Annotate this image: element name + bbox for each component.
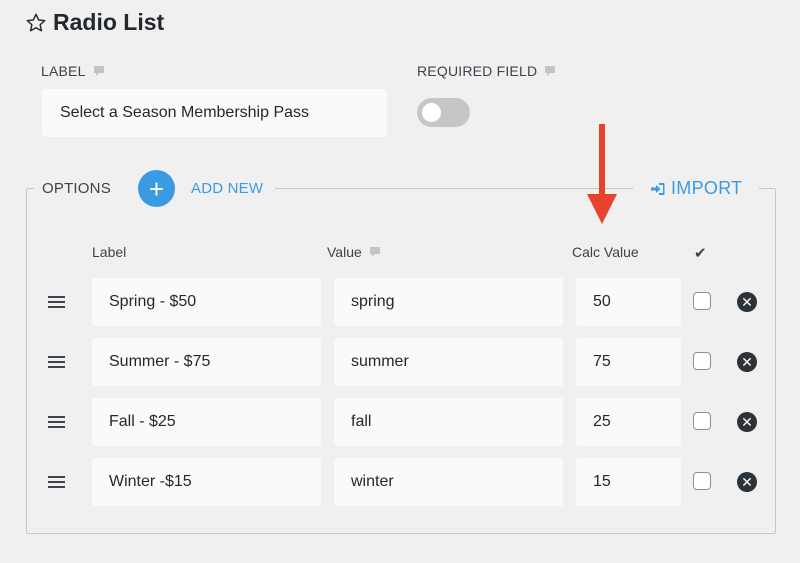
option-value-input[interactable]: summer: [334, 338, 563, 386]
option-row: Winter -$15 winter 15 ✕: [0, 458, 800, 506]
import-link[interactable]: IMPORT: [650, 178, 742, 199]
option-calc-input[interactable]: 15: [576, 458, 681, 506]
column-header-calc-value: Calc Value: [572, 244, 639, 260]
drag-handle-icon[interactable]: [48, 296, 65, 308]
add-new-button[interactable]: +: [138, 170, 175, 207]
option-value-input[interactable]: fall: [334, 398, 563, 446]
toggle-knob: [422, 103, 441, 122]
option-selected-checkbox[interactable]: [693, 472, 711, 490]
label-input[interactable]: Select a Season Membership Pass: [42, 89, 387, 137]
option-calc-input[interactable]: 50: [576, 278, 681, 326]
option-selected-checkbox[interactable]: [693, 292, 711, 310]
delete-option-icon[interactable]: ✕: [737, 472, 757, 492]
required-field-heading: REQUIRED FIELD: [417, 63, 556, 79]
help-tooltip-icon[interactable]: [93, 65, 105, 77]
label-input-value: Select a Season Membership Pass: [60, 104, 310, 121]
column-header-selected: ✔: [694, 245, 707, 262]
star-outline-icon: [26, 13, 46, 32]
add-new-link[interactable]: ADD NEW: [191, 180, 263, 197]
option-calc-input[interactable]: 25: [576, 398, 681, 446]
label-heading-text: LABEL: [41, 63, 86, 79]
required-toggle[interactable]: [417, 98, 470, 127]
column-header-label: Label: [92, 244, 127, 260]
help-tooltip-icon[interactable]: [544, 65, 556, 77]
options-heading: OPTIONS: [42, 180, 111, 197]
option-value-input[interactable]: winter: [334, 458, 563, 506]
help-tooltip-icon[interactable]: [369, 246, 381, 258]
column-header-value-text: Value: [327, 244, 362, 260]
option-row: Fall - $25 fall 25 ✕: [0, 398, 800, 446]
drag-handle-icon[interactable]: [48, 356, 65, 368]
option-label-input[interactable]: Spring - $50: [92, 278, 321, 326]
option-row: Summer - $75 summer 75 ✕: [0, 338, 800, 386]
label-heading: LABEL: [41, 63, 105, 79]
option-label-input[interactable]: Fall - $25: [92, 398, 321, 446]
header: Radio List: [25, 9, 164, 36]
sign-in-icon: [651, 182, 665, 195]
option-selected-checkbox[interactable]: [693, 352, 711, 370]
page-title: Radio List: [53, 9, 165, 35]
drag-handle-icon[interactable]: [48, 476, 65, 488]
delete-option-icon[interactable]: ✕: [737, 412, 757, 432]
delete-option-icon[interactable]: ✕: [737, 292, 757, 312]
column-header-value: Value: [327, 244, 381, 260]
import-label: IMPORT: [671, 178, 743, 198]
option-value-input[interactable]: spring: [334, 278, 563, 326]
option-row: Spring - $50 spring 50 ✕: [0, 278, 800, 326]
drag-handle-icon[interactable]: [48, 416, 65, 428]
option-label-input[interactable]: Summer - $75: [92, 338, 321, 386]
plus-icon: +: [148, 173, 165, 204]
option-label-input[interactable]: Winter -$15: [92, 458, 321, 506]
option-calc-input[interactable]: 75: [576, 338, 681, 386]
annotation-arrow: [587, 124, 617, 224]
required-field-heading-text: REQUIRED FIELD: [417, 63, 538, 79]
option-selected-checkbox[interactable]: [693, 412, 711, 430]
delete-option-icon[interactable]: ✕: [737, 352, 757, 372]
